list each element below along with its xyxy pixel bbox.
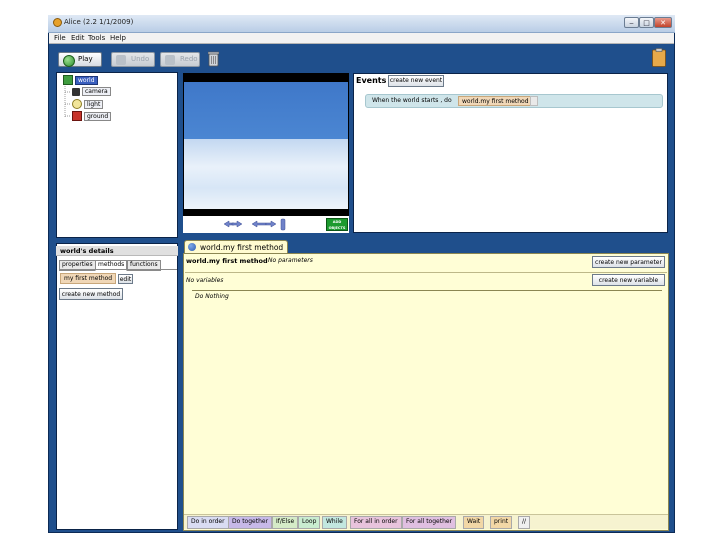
- palette-for-all-together[interactable]: For all together: [402, 516, 457, 529]
- tree-item-ground[interactable]: ground: [72, 111, 112, 121]
- menu-help[interactable]: Help: [110, 34, 126, 42]
- snow-ground: [184, 139, 348, 209]
- camera-navigation-arrows-icon[interactable]: [222, 216, 288, 232]
- ground-icon: [72, 111, 82, 121]
- editor-body-do-nothing: Do Nothing: [195, 293, 229, 300]
- events-title: Events: [356, 76, 387, 85]
- redo-label: Redo: [180, 55, 198, 63]
- close-button[interactable]: ✕: [654, 17, 672, 28]
- method-item-my-first-method[interactable]: my first method: [60, 273, 117, 284]
- add-objects-button[interactable]: ADD OBJECTS: [326, 218, 348, 231]
- method-globe-icon: [188, 243, 196, 251]
- menu-tools[interactable]: Tools: [88, 34, 105, 42]
- details-title: world's details: [60, 247, 114, 255]
- method-editor: [183, 253, 669, 531]
- minimize-button[interactable]: ‒: [624, 17, 639, 28]
- tree-label-ground: ground: [84, 111, 112, 121]
- create-new-event-button[interactable]: create new event: [388, 75, 444, 87]
- alice-app-icon: [53, 18, 62, 27]
- sky: [184, 82, 348, 139]
- tree-item-camera[interactable]: camera: [72, 87, 111, 96]
- play-button[interactable]: Play: [58, 52, 102, 67]
- menu-file[interactable]: File: [54, 34, 66, 42]
- menu-edit[interactable]: Edit: [71, 34, 85, 42]
- tree-label-camera: camera: [82, 87, 111, 96]
- globe-icon: [63, 75, 73, 85]
- palette-do-together[interactable]: Do together: [228, 516, 273, 529]
- event-method-chip[interactable]: world.my first method: [458, 96, 533, 106]
- camera-icon: [72, 87, 80, 96]
- create-new-method-button[interactable]: create new method: [59, 288, 123, 300]
- undo-icon: [116, 55, 126, 65]
- edit-method-button[interactable]: edit: [118, 274, 133, 284]
- undo-label: Undo: [131, 55, 150, 63]
- clipboard-icon[interactable]: [652, 48, 666, 67]
- undo-button[interactable]: Undo: [111, 52, 155, 67]
- lightbulb-icon: [72, 99, 82, 109]
- event-when-text: When the world starts , do: [372, 97, 452, 104]
- play-label: Play: [78, 55, 93, 63]
- redo-icon: [165, 55, 175, 65]
- editor-variables: No variables: [186, 277, 224, 284]
- tree-item-light[interactable]: light: [72, 99, 104, 109]
- tab-divider: [59, 269, 177, 270]
- editor-divider-2: [192, 290, 662, 291]
- palette-wait[interactable]: Wait: [463, 516, 485, 529]
- editor-divider-1: [185, 272, 667, 273]
- create-new-parameter-button[interactable]: create new parameter: [592, 256, 665, 268]
- palette-for-all-in-order[interactable]: For all in order: [350, 516, 402, 529]
- palette-if-else[interactable]: If/Else: [272, 516, 299, 529]
- create-new-variable-button[interactable]: create new variable: [592, 274, 665, 286]
- play-icon: [63, 55, 75, 67]
- tree-item-world[interactable]: world: [63, 75, 98, 85]
- palette-comment[interactable]: //: [518, 516, 531, 529]
- editor-method-name: world.my first method: [186, 257, 268, 265]
- palette-while[interactable]: While: [322, 516, 347, 529]
- redo-button[interactable]: Redo: [160, 52, 200, 67]
- menu-bar: File Edit Tools Help: [49, 33, 674, 44]
- palette-print[interactable]: print: [490, 516, 513, 529]
- editor-tab-title: world.my first method: [200, 243, 284, 252]
- trash-icon[interactable]: [207, 51, 220, 67]
- editor-tab[interactable]: world.my first method: [184, 240, 288, 253]
- palette-do-in-order[interactable]: Do in order: [187, 516, 229, 529]
- tree-label-light: light: [84, 99, 104, 109]
- tree-label-world: world: [75, 75, 98, 85]
- window-title: Alice (2.2 1/1/2009): [64, 18, 134, 26]
- title-bar: [48, 15, 675, 33]
- details-panel: [56, 243, 178, 530]
- event-method-dropdown-icon[interactable]: [530, 96, 538, 106]
- palette-loop[interactable]: Loop: [298, 516, 321, 529]
- maximize-button[interactable]: □: [639, 17, 654, 28]
- editor-params: No parameters: [268, 257, 313, 264]
- world-view[interactable]: [183, 73, 349, 216]
